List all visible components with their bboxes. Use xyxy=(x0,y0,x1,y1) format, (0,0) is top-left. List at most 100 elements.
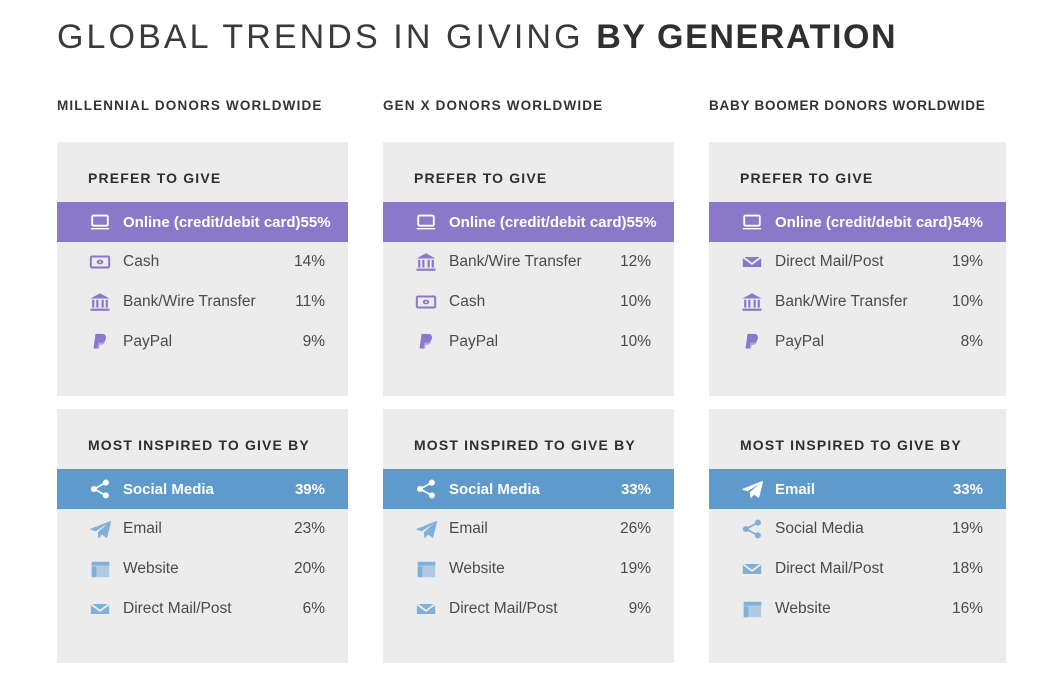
bank-icon xyxy=(414,250,438,274)
stat-value: 33% xyxy=(620,480,651,498)
stat-label: Social Media xyxy=(123,480,214,498)
stat-card: PREFER TO GIVE Online (credit/debit card)… xyxy=(383,142,674,396)
stat-label: Online (credit/debit card) xyxy=(123,213,301,231)
stat-row: Bank/Wire Transfer 10% xyxy=(709,282,1006,322)
stat-label: Online (credit/debit card) xyxy=(449,213,627,231)
stat-row: Email 33% xyxy=(709,469,1006,509)
stat-label: Direct Mail/Post xyxy=(775,253,884,270)
stat-row: Direct Mail/Post 19% xyxy=(709,242,1006,282)
stat-row: Social Media 19% xyxy=(709,509,1006,549)
stat-value: 10% xyxy=(619,333,651,350)
stat-label: Bank/Wire Transfer xyxy=(123,293,256,310)
stat-label: Website xyxy=(123,560,179,577)
stat-value: 16% xyxy=(951,600,983,617)
generation-column: MILLENNIAL DONORS WORLDWIDE PREFER TO GIV… xyxy=(57,98,348,676)
stat-value: 6% xyxy=(302,600,325,617)
stat-value: 10% xyxy=(951,293,983,310)
share-icon xyxy=(414,477,438,501)
stat-value: 19% xyxy=(619,560,651,577)
stat-label: Email xyxy=(775,480,816,498)
page-title-light: GLOBAL TRENDS IN GIVING xyxy=(57,18,597,56)
stat-row: Website 20% xyxy=(57,549,348,589)
stat-value: 10% xyxy=(619,293,651,310)
stat-card: MOST INSPIRED TO GIVE BY Social Media 33% E… xyxy=(383,409,674,663)
stat-value: 55% xyxy=(300,213,331,231)
stat-row: Email 23% xyxy=(57,509,348,549)
envelope-icon xyxy=(414,597,438,621)
stat-value: 8% xyxy=(960,333,983,350)
stat-label: Cash xyxy=(123,253,160,270)
laptop-icon xyxy=(88,210,112,234)
laptop-icon xyxy=(414,210,438,234)
stat-label: Direct Mail/Post xyxy=(775,560,884,577)
envelope-icon xyxy=(740,557,764,581)
stat-label: PayPal xyxy=(775,333,825,350)
paypal-icon xyxy=(414,330,438,354)
website-icon xyxy=(740,597,764,621)
stat-row: Social Media 39% xyxy=(57,469,348,509)
stat-card: MOST INSPIRED TO GIVE BY Email 33% Social M… xyxy=(709,409,1006,663)
stat-value: 19% xyxy=(951,253,983,270)
column-header: BABY BOOMER DONORS WORLDWIDE xyxy=(709,98,986,113)
stat-row: Social Media 33% xyxy=(383,469,674,509)
stat-row: Direct Mail/Post 18% xyxy=(709,549,1006,589)
stat-label: Email xyxy=(449,520,488,537)
stat-label: Online (credit/debit card) xyxy=(775,213,953,231)
stat-value: 33% xyxy=(952,480,983,498)
stat-label: PayPal xyxy=(449,333,499,350)
stat-label: Direct Mail/Post xyxy=(449,600,558,617)
stat-row: Bank/Wire Transfer 11% xyxy=(57,282,348,322)
column-header: MILLENNIAL DONORS WORLDWIDE xyxy=(57,98,323,113)
paperplane-icon xyxy=(740,477,764,501)
card-title: MOST INSPIRED TO GIVE BY xyxy=(88,437,310,453)
stat-label: Social Media xyxy=(775,520,864,537)
website-icon xyxy=(88,557,112,581)
card-title: MOST INSPIRED TO GIVE BY xyxy=(414,437,636,453)
stat-label: PayPal xyxy=(123,333,173,350)
share-icon xyxy=(88,477,112,501)
card-title: PREFER TO GIVE xyxy=(414,170,548,186)
stat-label: Cash xyxy=(449,293,486,310)
paypal-icon xyxy=(88,330,112,354)
stat-label: Website xyxy=(775,600,831,617)
stat-label: Social Media xyxy=(449,480,540,498)
stat-value: 11% xyxy=(295,293,325,310)
stat-row: Website 16% xyxy=(709,589,1006,629)
stat-value: 14% xyxy=(293,253,325,270)
banknote-icon xyxy=(88,250,112,274)
laptop-icon xyxy=(740,210,764,234)
website-icon xyxy=(414,557,438,581)
stat-value: 20% xyxy=(293,560,325,577)
stat-label: Bank/Wire Transfer xyxy=(775,293,908,310)
stat-row: Cash 14% xyxy=(57,242,348,282)
stat-value: 9% xyxy=(302,333,325,350)
stat-row: Online (credit/debit card) 54% xyxy=(709,202,1006,242)
stat-card: PREFER TO GIVE Online (credit/debit card)… xyxy=(709,142,1006,396)
stat-row: Online (credit/debit card) 55% xyxy=(383,202,674,242)
stat-label: Bank/Wire Transfer xyxy=(449,253,582,270)
stat-value: 12% xyxy=(619,253,651,270)
stat-row: Direct Mail/Post 9% xyxy=(383,589,674,629)
page-title: GLOBAL TRENDS IN GIVING BY GENERATION xyxy=(57,18,897,57)
stat-value: 55% xyxy=(626,213,657,231)
stat-value: 18% xyxy=(951,560,983,577)
banknote-icon xyxy=(414,290,438,314)
stat-card: MOST INSPIRED TO GIVE BY Social Media 39% E… xyxy=(57,409,348,663)
stat-row: PayPal 9% xyxy=(57,322,348,362)
stat-label: Direct Mail/Post xyxy=(123,600,232,617)
card-title: PREFER TO GIVE xyxy=(740,170,874,186)
stat-row: Direct Mail/Post 6% xyxy=(57,589,348,629)
generation-column: GEN X DONORS WORLDWIDE PREFER TO GIVE Onli… xyxy=(383,98,674,676)
bank-icon xyxy=(88,290,112,314)
generation-column: BABY BOOMER DONORS WORLDWIDE PREFER TO GI… xyxy=(709,98,1006,676)
stat-value: 39% xyxy=(294,480,325,498)
stat-value: 23% xyxy=(293,520,325,537)
envelope-icon xyxy=(740,250,764,274)
stat-row: Online (credit/debit card) 55% xyxy=(57,202,348,242)
stat-value: 19% xyxy=(951,520,983,537)
stat-label: Email xyxy=(123,520,162,537)
infographic-page: GLOBAL TRENDS IN GIVING BY GENERATION MI… xyxy=(0,0,1055,680)
page-title-bold: BY GENERATION xyxy=(596,18,898,56)
stat-row: Cash 10% xyxy=(383,282,674,322)
paypal-icon xyxy=(740,330,764,354)
